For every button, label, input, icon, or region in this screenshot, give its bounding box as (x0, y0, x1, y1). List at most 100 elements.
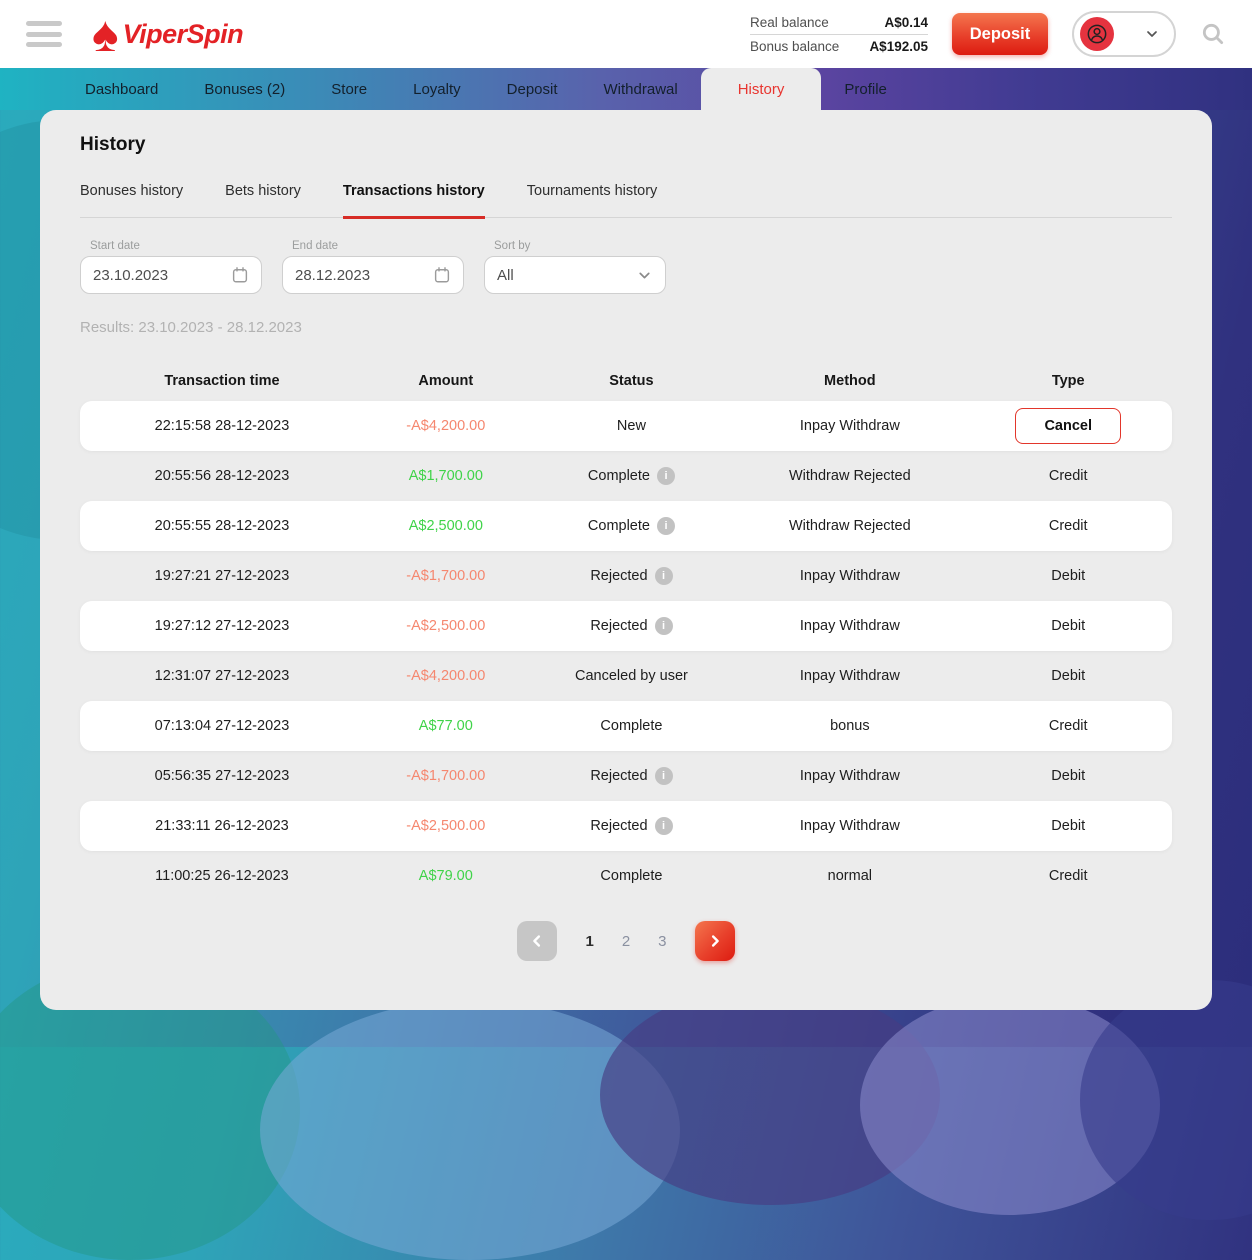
cell-time: 20:55:55 28-12-2023 (80, 518, 364, 534)
info-icon[interactable]: i (655, 767, 673, 785)
cell-time: 11:00:25 26-12-2023 (80, 868, 364, 884)
cell-method: bonus (735, 718, 964, 734)
cell-method: Inpay Withdraw (735, 618, 964, 634)
calendar-icon[interactable] (433, 266, 451, 284)
page-number-3[interactable]: 3 (658, 933, 666, 950)
tab-bonuses-history[interactable]: Bonuses history (80, 183, 183, 217)
calendar-icon[interactable] (231, 266, 249, 284)
nav-item-loyalty[interactable]: Loyalty (390, 68, 484, 110)
page-number-2[interactable]: 2 (622, 933, 630, 950)
table-row: 07:13:04 27-12-2023 A$77.00 Complete bon… (80, 701, 1172, 751)
tab-transactions-history[interactable]: Transactions history (343, 183, 485, 219)
cell-type: Debit (964, 768, 1171, 784)
main-navigation: Dashboard Bonuses (2) Store Loyalty Depo… (0, 68, 1252, 110)
balance-panel: Real balance A$0.14 Bonus balance A$192.… (750, 11, 928, 58)
top-header: ♠ ViperSpin Real balance A$0.14 Bonus ba… (0, 0, 1252, 68)
deposit-button[interactable]: Deposit (952, 13, 1048, 55)
hamburger-menu-icon[interactable] (26, 21, 62, 47)
logo[interactable]: ♠ ViperSpin (92, 11, 243, 57)
transactions-table: Transaction time Amount Status Method Ty… (80, 361, 1172, 901)
cell-amount: -A$2,500.00 (364, 618, 528, 634)
search-icon[interactable] (1200, 21, 1226, 47)
cancel-transaction-button[interactable]: Cancel (1015, 408, 1121, 444)
cell-time: 21:33:11 26-12-2023 (80, 818, 364, 834)
background-blob (260, 1000, 680, 1260)
cell-amount: A$79.00 (364, 868, 528, 884)
table-row: 19:27:21 27-12-2023 -A$1,700.00 Rejected… (80, 551, 1172, 601)
cell-amount: A$1,700.00 (364, 468, 528, 484)
nav-item-withdrawal[interactable]: Withdrawal (581, 68, 701, 110)
table-row: 20:55:55 28-12-2023 A$2,500.00 Completei… (80, 501, 1172, 551)
cell-type: Credit (964, 518, 1171, 534)
info-icon[interactable]: i (655, 817, 673, 835)
cell-time: 05:56:35 27-12-2023 (80, 768, 364, 784)
cell-type: Debit (964, 618, 1171, 634)
cell-time: 19:27:21 27-12-2023 (80, 568, 364, 584)
table-row: 19:27:12 27-12-2023 -A$2,500.00 Rejected… (80, 601, 1172, 651)
bonus-balance-label: Bonus balance (750, 39, 839, 54)
previous-page-button[interactable] (517, 921, 557, 961)
logo-text: ViperSpin (123, 19, 244, 50)
cell-status: Rejected (590, 618, 647, 634)
end-date-field[interactable] (282, 256, 464, 294)
cell-time: 22:15:58 28-12-2023 (80, 418, 364, 434)
nav-item-profile[interactable]: Profile (821, 68, 910, 110)
cell-type: Debit (964, 568, 1171, 584)
column-header-amount: Amount (364, 373, 528, 389)
cell-method: Withdraw Rejected (735, 468, 964, 484)
cell-status: Complete (600, 718, 662, 734)
cell-type: Credit (964, 718, 1171, 734)
info-icon[interactable]: i (655, 567, 673, 585)
cell-status: Rejected (590, 568, 647, 584)
end-date-filter: End date (282, 240, 464, 294)
nav-item-dashboard[interactable]: Dashboard (62, 68, 181, 110)
nav-item-bonuses[interactable]: Bonuses (2) (181, 68, 308, 110)
start-date-field[interactable] (80, 256, 262, 294)
start-date-input[interactable] (93, 267, 223, 284)
next-page-button[interactable] (695, 921, 735, 961)
cell-status: Rejected (590, 818, 647, 834)
background-blob (600, 985, 940, 1205)
nav-item-deposit[interactable]: Deposit (484, 68, 581, 110)
tab-tournaments-history[interactable]: Tournaments history (527, 183, 658, 217)
cell-status: New (617, 418, 646, 434)
cell-time: 20:55:56 28-12-2023 (80, 468, 364, 484)
cell-amount: -A$1,700.00 (364, 768, 528, 784)
cell-status: Complete (600, 868, 662, 884)
chevron-down-icon (1144, 26, 1160, 42)
cell-type: Credit (964, 868, 1171, 884)
cell-amount: -A$4,200.00 (364, 668, 528, 684)
end-date-input[interactable] (295, 267, 425, 284)
cell-method: Inpay Withdraw (735, 568, 964, 584)
table-row: 22:15:58 28-12-2023 -A$4,200.00 New Inpa… (80, 401, 1172, 451)
cell-type: Debit (964, 668, 1171, 684)
cell-time: 19:27:12 27-12-2023 (80, 618, 364, 634)
sort-by-select[interactable]: All (484, 256, 666, 294)
info-icon[interactable]: i (655, 617, 673, 635)
sort-by-value: All (497, 267, 628, 284)
page-title: History (80, 134, 1172, 156)
cell-amount: -A$4,200.00 (364, 418, 528, 434)
start-date-label: Start date (90, 240, 262, 252)
tab-bets-history[interactable]: Bets history (225, 183, 301, 217)
table-row: 05:56:35 27-12-2023 -A$1,700.00 Rejected… (80, 751, 1172, 801)
pagination: 1 2 3 (80, 921, 1172, 961)
table-row: 21:33:11 26-12-2023 -A$2,500.00 Rejected… (80, 801, 1172, 851)
table-row: 12:31:07 27-12-2023 -A$4,200.00 Canceled… (80, 651, 1172, 701)
cell-type: Debit (964, 818, 1171, 834)
sort-by-filter: Sort by All (484, 240, 666, 294)
nav-item-store[interactable]: Store (308, 68, 390, 110)
nav-item-history[interactable]: History (701, 68, 822, 110)
column-header-status: Status (528, 373, 735, 389)
info-icon[interactable]: i (657, 467, 675, 485)
column-header-transaction-time: Transaction time (80, 373, 364, 389)
cell-amount: -A$2,500.00 (364, 818, 528, 834)
info-icon[interactable]: i (657, 517, 675, 535)
cell-amount: A$2,500.00 (364, 518, 528, 534)
real-balance-value: A$0.14 (884, 15, 928, 30)
account-menu[interactable] (1072, 11, 1176, 57)
cell-status: Canceled by user (575, 668, 688, 684)
column-header-type: Type (964, 373, 1171, 389)
person-icon (1087, 24, 1107, 44)
page-number-1[interactable]: 1 (585, 933, 593, 950)
